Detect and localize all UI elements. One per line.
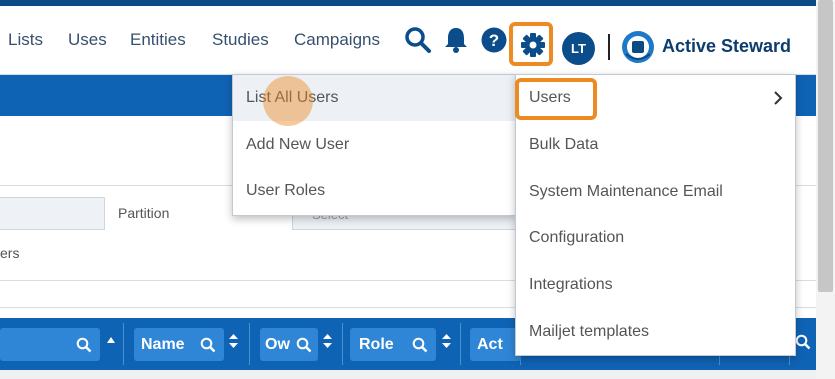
sort-icon[interactable] xyxy=(441,333,452,349)
search-icon[interactable] xyxy=(200,337,216,353)
nav-link-campaigns[interactable]: Campaigns xyxy=(294,30,380,50)
sort-asc-icon[interactable] xyxy=(106,335,116,345)
help-icon[interactable]: ? xyxy=(481,27,507,53)
search-icon[interactable] xyxy=(296,337,312,353)
column-filter-pill[interactable]: Role xyxy=(350,328,436,361)
menu-item-add-new-user[interactable]: Add New User xyxy=(233,122,515,168)
table-header-cell: Act xyxy=(461,323,521,365)
nav-link-uses[interactable]: Uses xyxy=(68,30,107,50)
nav-link-lists[interactable]: Lists xyxy=(8,30,43,50)
column-label: Role xyxy=(359,336,394,353)
column-filter-pill[interactable]: Ow xyxy=(260,328,318,361)
search-icon[interactable] xyxy=(76,337,92,353)
sort-icon[interactable] xyxy=(228,333,239,349)
page-scrollbar-thumb[interactable] xyxy=(818,0,833,292)
nav-link-entities[interactable]: Entities xyxy=(130,30,186,50)
menu-item-bulk-data[interactable]: Bulk Data xyxy=(516,122,795,168)
table-header-cell xyxy=(0,323,124,365)
column-label: Act xyxy=(477,336,503,353)
column-filter-pill[interactable] xyxy=(0,328,100,361)
search-filter-input[interactable] xyxy=(0,197,105,230)
menu-item-mailjet-templates[interactable]: Mailjet templates xyxy=(516,309,795,355)
top-navbar: Lists Uses Entities Studies Campaigns ? … xyxy=(0,6,816,75)
users-label: ers xyxy=(0,245,20,261)
search-icon[interactable] xyxy=(404,26,432,54)
svg-text:?: ? xyxy=(489,31,499,50)
chevron-right-icon xyxy=(774,91,783,105)
gear-highlight-box xyxy=(509,22,553,66)
table-header-cell: Ow xyxy=(250,323,343,365)
menu-item-configuration[interactable]: Configuration xyxy=(516,215,795,261)
search-icon[interactable] xyxy=(412,337,428,353)
brand-logo-icon xyxy=(622,31,654,63)
users-highlight-box xyxy=(515,78,597,120)
nav-divider xyxy=(608,34,610,60)
table-body-top xyxy=(0,370,816,379)
column-label: Name xyxy=(141,336,185,353)
sort-icon[interactable] xyxy=(322,333,333,349)
table-header-cell: Role xyxy=(343,323,461,365)
click-indicator xyxy=(263,76,313,126)
partition-label: Partition xyxy=(118,205,170,221)
column-filter-pill[interactable]: Act xyxy=(470,328,521,361)
avatar[interactable]: LT xyxy=(562,32,595,65)
brand-name[interactable]: Active Steward xyxy=(662,36,791,57)
menu-item-system-maintenance-email[interactable]: System Maintenance Email xyxy=(516,169,795,215)
nav-link-studies[interactable]: Studies xyxy=(212,30,269,50)
menu-item-user-roles[interactable]: User Roles xyxy=(233,168,515,214)
column-label: Ow xyxy=(265,336,290,353)
search-icon[interactable] xyxy=(795,334,811,350)
menu-item-integrations[interactable]: Integrations xyxy=(516,262,795,308)
column-filter-pill[interactable]: Name xyxy=(134,328,224,361)
bell-icon[interactable] xyxy=(443,25,469,53)
table-header-cell: Name xyxy=(124,323,250,365)
